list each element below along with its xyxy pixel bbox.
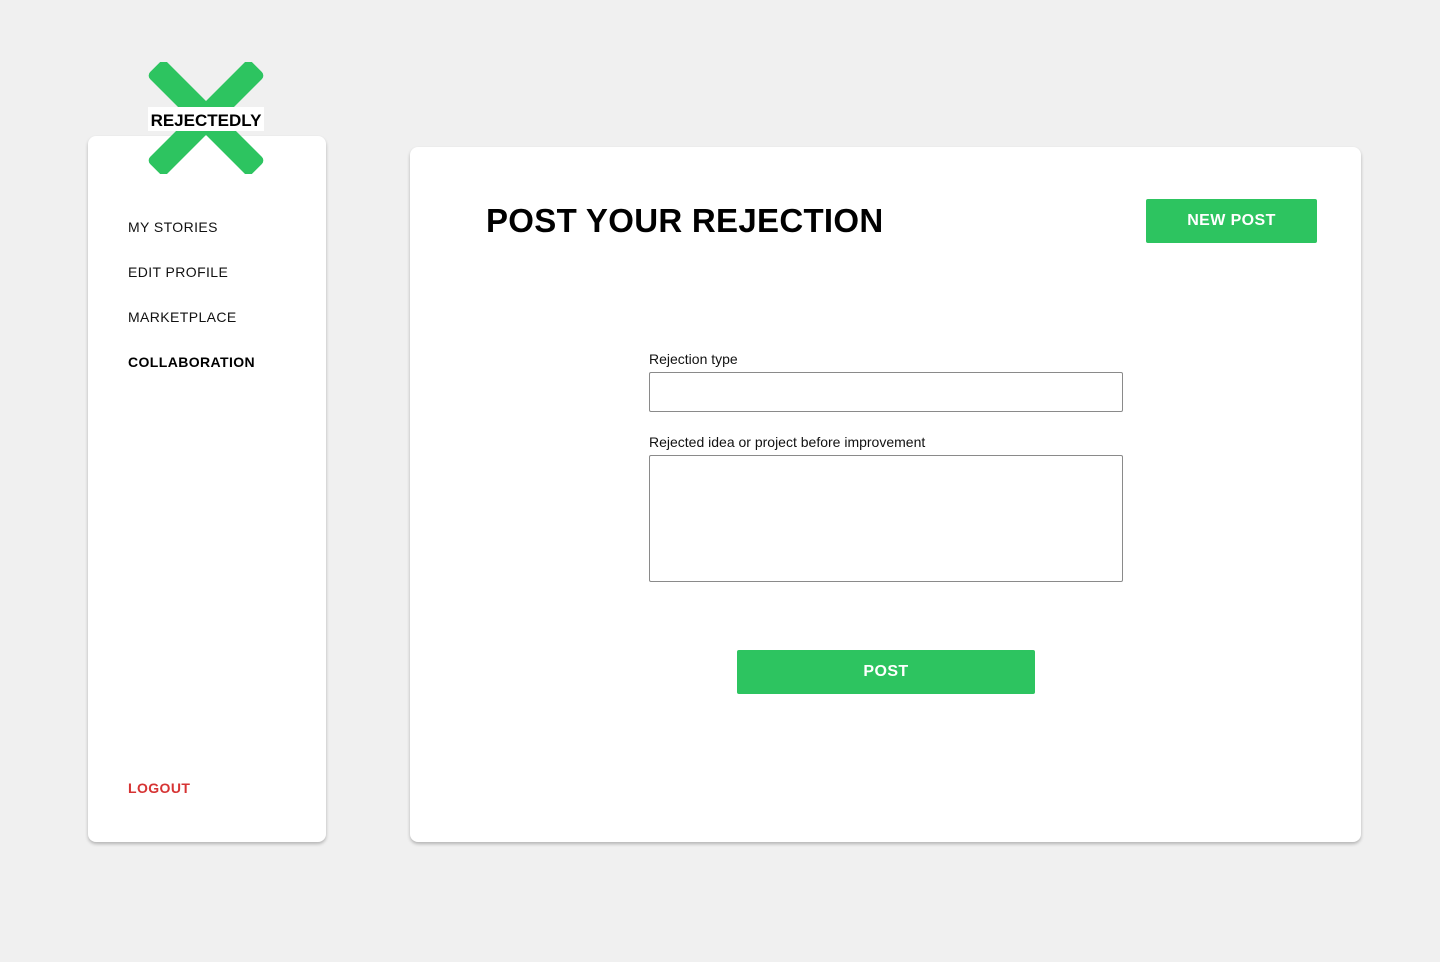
new-post-button[interactable]: NEW POST [1146,199,1317,243]
sidebar-item-marketplace[interactable]: MARKETPLACE [128,308,255,353]
rejection-type-label: Rejection type [649,351,738,367]
logo-text: REJECTEDLY [151,111,263,130]
sidebar-item-collaboration[interactable]: COLLABORATION [128,353,255,398]
sidebar-item-my-stories[interactable]: MY STORIES [128,218,255,263]
page-title: POST YOUR REJECTION [486,202,884,239]
logo: REJECTEDLY [148,62,264,174]
logout-link[interactable]: LOGOUT [128,780,190,796]
x-mark-icon: REJECTEDLY [148,62,264,174]
rejected-idea-label: Rejected idea or project before improvem… [649,434,926,450]
sidebar: MY STORIES EDIT PROFILE MARKETPLACE COLL… [88,136,326,842]
rejection-type-input[interactable] [649,372,1123,412]
sidebar-nav: MY STORIES EDIT PROFILE MARKETPLACE COLL… [128,218,255,398]
rejected-idea-textarea[interactable] [649,455,1123,582]
sidebar-item-edit-profile[interactable]: EDIT PROFILE [128,263,255,308]
post-button[interactable]: POST [737,650,1035,694]
post-rejection-panel: POST YOUR REJECTION NEW POST Rejection t… [410,147,1361,842]
